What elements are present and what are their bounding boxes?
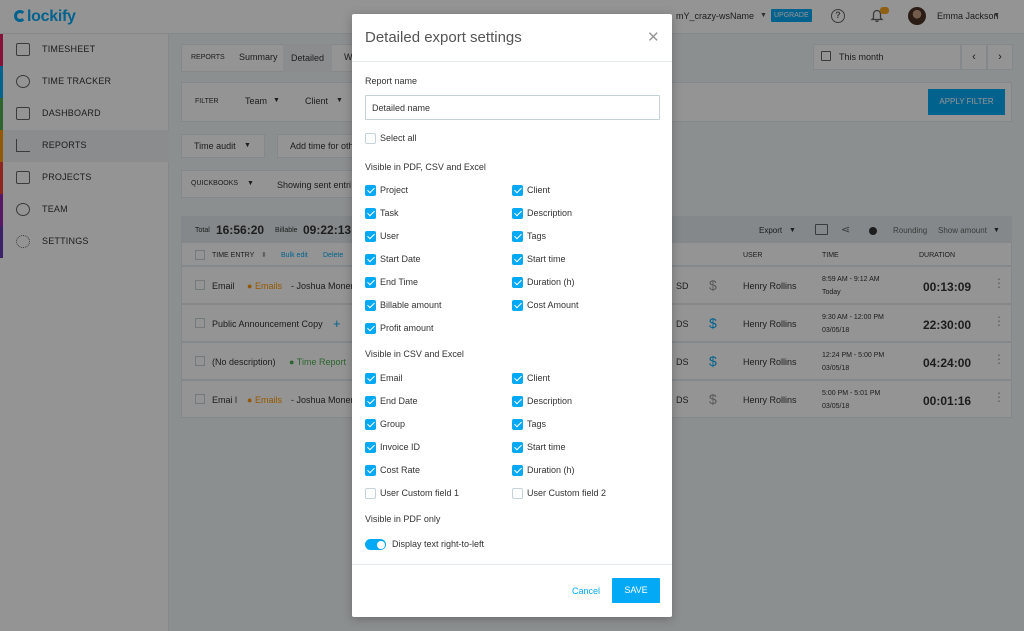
checkmark-icon — [365, 396, 376, 407]
modal-title: Detailed export settings — [365, 29, 522, 46]
checkmark-icon — [365, 373, 376, 384]
close-icon[interactable]: ✕ — [647, 28, 660, 46]
divider — [352, 61, 672, 62]
checkmark-icon — [512, 277, 523, 288]
checkmark-icon — [512, 208, 523, 219]
checkmark-icon — [365, 254, 376, 265]
checkmark-icon — [365, 231, 376, 242]
checkmark-icon — [365, 208, 376, 219]
report-name-input[interactable] — [365, 95, 660, 120]
divider — [352, 564, 672, 565]
checkmark-icon — [512, 396, 523, 407]
report-name-label: Report name — [365, 76, 418, 86]
rtl-toggle-label: Display text right-to-left — [392, 539, 485, 549]
checkbox-box — [365, 488, 376, 499]
section-pdf-only: Visible in PDF only — [365, 514, 441, 524]
checkmark-icon — [365, 277, 376, 288]
checkmark-icon — [512, 185, 523, 196]
save-button[interactable]: SAVE — [612, 578, 660, 603]
checkmark-icon — [512, 442, 523, 453]
checkbox-box — [365, 133, 376, 144]
checkmark-icon — [365, 465, 376, 476]
checkmark-icon — [512, 373, 523, 384]
checkbox-box — [512, 488, 523, 499]
checkmark-icon — [512, 300, 523, 311]
checkmark-icon — [365, 419, 376, 430]
section-pdf-csv-excel: Visible in PDF, CSV and Excel — [365, 162, 486, 172]
checkmark-icon — [365, 300, 376, 311]
cancel-button[interactable]: Cancel — [572, 586, 600, 596]
checkmark-icon — [512, 465, 523, 476]
checkmark-icon — [365, 185, 376, 196]
section-csv-excel: Visible in CSV and Excel — [365, 349, 464, 359]
checkmark-icon — [365, 323, 376, 334]
checkmark-icon — [512, 419, 523, 430]
checkmark-icon — [512, 254, 523, 265]
checkmark-icon — [512, 231, 523, 242]
rtl-toggle[interactable] — [365, 539, 386, 550]
checkmark-icon — [365, 442, 376, 453]
export-settings-modal: Detailed export settings ✕ Report name S… — [352, 14, 672, 617]
